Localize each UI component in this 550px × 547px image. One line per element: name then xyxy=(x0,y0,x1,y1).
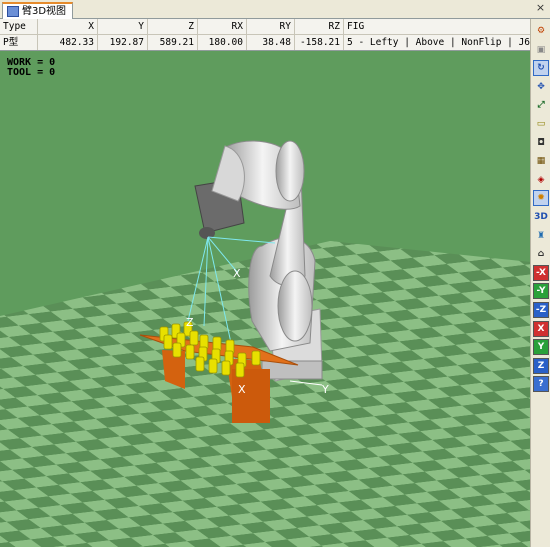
cell-rx: 180.00 xyxy=(198,35,247,50)
cell-rz: -158.21 xyxy=(295,35,344,50)
minus-z-icon[interactable]: -Z xyxy=(533,302,549,318)
view-window-icon xyxy=(7,6,19,17)
tab-label: 臂3D视图 xyxy=(22,5,67,17)
header-rz: RZ xyxy=(295,19,344,34)
frame-icon[interactable]: ▦ xyxy=(533,153,549,169)
ruler-icon[interactable]: ▭ xyxy=(533,116,549,132)
home-icon[interactable]: ⌂ xyxy=(533,246,549,262)
plus-z-icon[interactable]: Z xyxy=(533,357,549,374)
cell-x: 482.33 xyxy=(38,35,98,50)
axis-x-label: X xyxy=(238,383,246,396)
minus-y-icon[interactable]: -Y xyxy=(533,283,549,300)
header-rx: RX xyxy=(198,19,247,34)
cell-ry: 38.48 xyxy=(247,35,295,50)
tab-robot-3d-view[interactable]: 臂3D视图 xyxy=(2,2,74,19)
lock-icon[interactable]: ▣ xyxy=(533,42,549,58)
cell-y: 192.87 xyxy=(98,35,148,50)
tool-label: TOOL = 0 xyxy=(7,67,56,78)
close-icon[interactable]: × xyxy=(534,2,547,15)
header-x: X xyxy=(38,19,98,34)
view-3d-icon[interactable]: 3D xyxy=(533,209,549,225)
tool-axis-x-label: X xyxy=(233,267,241,280)
settings-icon[interactable]: ⚙ xyxy=(533,23,549,39)
help-icon[interactable]: ? xyxy=(533,376,549,393)
scene-svg: X Z X Y xyxy=(0,140,530,547)
tab-bar: 臂3D视图 × xyxy=(0,0,550,19)
header-z: Z xyxy=(148,19,198,34)
fit-view-icon[interactable]: ⤢ xyxy=(533,97,549,113)
axis-z-label: Z xyxy=(186,316,194,329)
3d-viewport[interactable]: X Z X Y WORK = 0 TOOL = 0 xyxy=(0,51,530,547)
point-icon[interactable]: ◈ xyxy=(533,172,549,188)
table-header: Type X Y Z RX RY RZ FIG xyxy=(0,19,530,35)
plus-x-icon[interactable]: X xyxy=(533,320,549,337)
cell-fig: 5 - Lefty | Above | NonFlip | J6Single xyxy=(347,37,530,48)
table-row: P型 482.33 192.87 589.21 180.00 38.48 -15… xyxy=(0,35,530,50)
minus-x-icon[interactable]: -X xyxy=(533,264,549,281)
header-ry: RY xyxy=(247,19,295,34)
position-table: Type X Y Z RX RY RZ FIG P型 482.33 192.87… xyxy=(0,19,530,51)
cell-type: P型 xyxy=(0,35,38,50)
header-y: Y xyxy=(98,19,148,34)
header-type: Type xyxy=(0,19,38,34)
sun-icon[interactable]: ✹ xyxy=(533,190,549,207)
robot-icon[interactable]: ♜ xyxy=(533,228,549,244)
axis-y-label: Y xyxy=(321,383,329,396)
pan-view-icon[interactable]: ✥ xyxy=(533,79,549,95)
rotate-view-icon[interactable]: ↻ xyxy=(533,60,549,77)
cell-z: 589.21 xyxy=(148,35,198,50)
camera-icon[interactable]: ◘ xyxy=(533,135,549,151)
right-toolbar: ⚙ ▣ ↻ ✥ ⤢ ▭ ◘ ▦ ◈ ✹ 3D ♜ ⌂ -X -Y -Z X Y Z? xyxy=(530,19,550,547)
header-fig: FIG xyxy=(347,21,365,32)
plus-y-icon[interactable]: Y xyxy=(533,339,549,356)
